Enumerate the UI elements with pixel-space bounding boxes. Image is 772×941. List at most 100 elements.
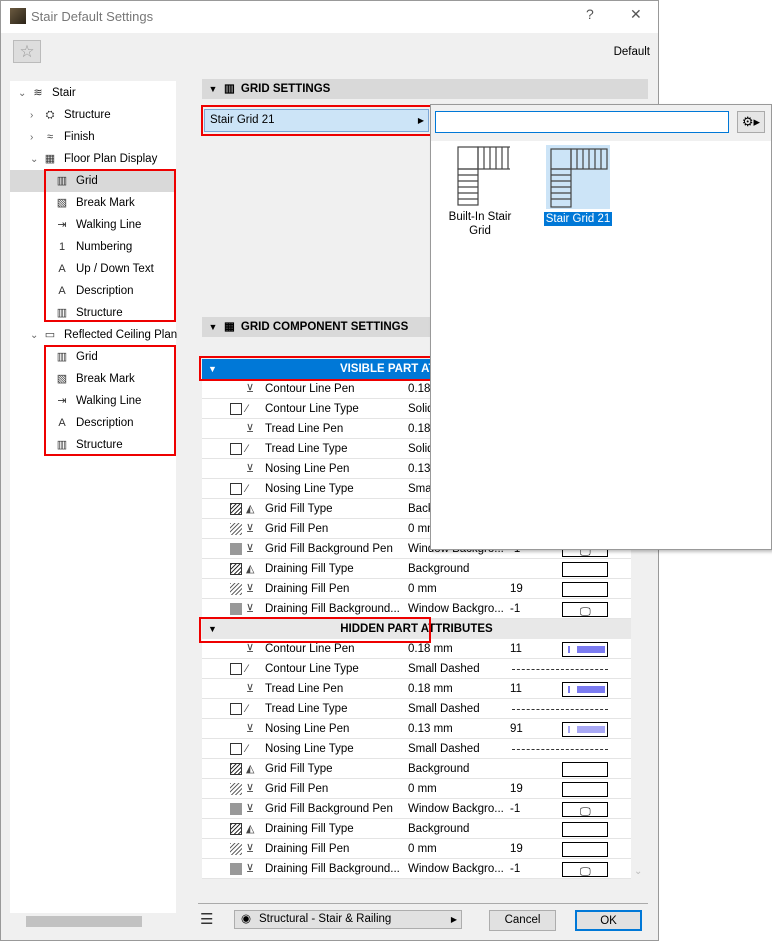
attribute-value[interactable]: Background (408, 559, 508, 579)
pen-color-preview[interactable] (562, 842, 608, 857)
pen-icon: ⊻ (246, 383, 255, 395)
checkbox[interactable] (230, 443, 242, 455)
attribute-value[interactable]: 0 mm (408, 839, 508, 859)
pen-color-preview[interactable]: 🖵 (562, 802, 608, 818)
pen-color-preview[interactable] (562, 582, 608, 597)
line-preview (512, 749, 608, 750)
checkbox[interactable] (230, 663, 242, 675)
attribute-name: Grid Fill Pen (265, 523, 329, 535)
pen-number[interactable]: 19 (510, 579, 523, 599)
pen-number[interactable]: -1 (510, 799, 520, 819)
grid-picker-popup: ⚙▸ Built-In Stair Grid Stair Grid 21 (430, 104, 772, 550)
pen-color-preview[interactable]: 🖵 (562, 862, 608, 878)
pen-icon: ⊻ (246, 423, 255, 435)
attribute-row[interactable]: ⁄ Contour Line Type Small Dashed (202, 659, 631, 679)
attribute-value[interactable]: Small Dashed (408, 739, 508, 759)
tree-item[interactable]: ⌄ ≋ Stair (10, 82, 176, 104)
annotation-box (199, 617, 431, 643)
attribute-value[interactable]: 0.18 mm (408, 679, 508, 699)
checkbox[interactable] (230, 703, 242, 715)
chevron-right-icon[interactable]: › (30, 127, 42, 149)
favorites-button[interactable]: ☆ (13, 40, 41, 63)
attribute-value[interactable]: Window Backgro... (408, 859, 508, 879)
pen-color-preview[interactable] (562, 822, 608, 837)
pen-color-preview[interactable] (562, 642, 608, 657)
attribute-name: Tread Line Pen (265, 423, 344, 435)
attribute-row[interactable]: ◭ Draining Fill Type Background (202, 559, 631, 579)
attribute-row[interactable]: ⊻ Draining Fill Background... Window Backg… (202, 859, 631, 879)
help-button[interactable]: ? (586, 6, 594, 22)
chevron-down-icon[interactable]: ⌄ (30, 149, 42, 171)
attribute-value[interactable]: Window Backgro... (408, 599, 508, 619)
pen-color-preview[interactable]: 🖵 (562, 602, 608, 618)
background-swatch-icon (230, 803, 242, 815)
grid-item-builtin[interactable]: Built-In Stair Grid (443, 145, 517, 238)
pen-number[interactable]: 11 (510, 639, 522, 659)
attribute-name: Tread Line Type (265, 703, 348, 715)
attribute-value[interactable]: 0 mm (408, 779, 508, 799)
fill-type-icon: ◭ (246, 563, 255, 575)
pen-icon: ⊻ (246, 583, 255, 595)
pen-number[interactable]: 19 (510, 839, 523, 859)
pen-color-preview[interactable] (562, 782, 608, 797)
ok-button[interactable]: OK (575, 910, 642, 931)
fill-type-icon: ◭ (246, 503, 255, 515)
star-icon: ☆ (19, 42, 35, 61)
chevron-down-icon[interactable]: ⌄ (18, 83, 30, 105)
attribute-value[interactable]: Small Dashed (408, 659, 508, 679)
pen-color-preview[interactable] (562, 682, 608, 697)
pen-color-preview[interactable] (562, 722, 608, 737)
pen-number[interactable]: 91 (510, 719, 523, 739)
attribute-value[interactable]: Background (408, 819, 508, 839)
attribute-row[interactable]: ⁄ Nosing Line Type Small Dashed (202, 739, 631, 759)
pen-number[interactable]: 19 (510, 779, 523, 799)
tree-item[interactable]: › ⛭ Structure (10, 104, 176, 126)
attribute-row[interactable]: ⊻ Grid Fill Pen 0 mm19 (202, 779, 631, 799)
pen-number[interactable]: 11 (510, 679, 522, 699)
attribute-value[interactable]: Background (408, 759, 508, 779)
attribute-value[interactable]: Small Dashed (408, 699, 508, 719)
attribute-row[interactable]: ⁄ Tread Line Type Small Dashed (202, 699, 631, 719)
scrollbar-thumb[interactable] (26, 916, 142, 927)
tree-item-label: Reflected Ceiling Plan (64, 329, 178, 341)
chevron-down-icon[interactable]: ⌄ (30, 325, 42, 347)
attribute-value[interactable]: 0 mm (408, 579, 508, 599)
tree-horizontal-scrollbar[interactable] (10, 914, 176, 929)
annotation-box (44, 345, 176, 456)
attribute-row[interactable]: ⊻ Nosing Line Pen 0.13 mm 91 (202, 719, 631, 739)
checkbox[interactable] (230, 743, 242, 755)
attribute-value[interactable]: Window Backgro... (408, 799, 508, 819)
attribute-row[interactable]: ⊻ Draining Fill Pen 0 mm 19 (202, 839, 631, 859)
tree-item[interactable]: › ≈ Finish (10, 126, 176, 148)
tree-item[interactable]: ⌄ ▭ Reflected Ceiling Plan (10, 324, 178, 347)
attribute-value[interactable]: 0.13 mm (408, 719, 508, 739)
attribute-row[interactable]: ⊻ Tread Line Pen 0.18 mm 11 (202, 679, 631, 699)
attribute-row[interactable]: ⊻ Draining Fill Pen 0 mm 19 (202, 579, 631, 599)
background-swatch-icon (230, 603, 242, 615)
attribute-row[interactable]: ⊻ Grid Fill Background Pen Window Backgro.… (202, 799, 631, 819)
pen-icon: ⊻ (246, 803, 255, 815)
tree-item[interactable]: ⌄ ▦ Floor Plan Display (10, 148, 176, 170)
pen-color-preview[interactable] (562, 762, 608, 777)
pen-number[interactable]: -1 (510, 599, 520, 619)
options-button[interactable]: ⚙▸ (737, 111, 765, 133)
pen-number[interactable]: -1 (510, 859, 520, 879)
grid-item-stair-grid-21[interactable]: Stair Grid 21 (541, 145, 615, 226)
pen-color-preview[interactable] (562, 562, 608, 577)
grid-search-input[interactable] (435, 111, 729, 133)
hatch-pen-icon (230, 583, 242, 595)
model-view-selector[interactable]: ◉ Structural - Stair & Railing ▶ (234, 910, 462, 929)
tree-item-label: Finish (64, 131, 95, 143)
close-button[interactable]: ✕ (630, 6, 642, 23)
hatch-fill-icon (230, 503, 242, 515)
cancel-button[interactable]: Cancel (489, 910, 556, 931)
scroll-down-icon[interactable]: ⌄ (634, 866, 642, 877)
attribute-row[interactable]: ◭ Draining Fill Type Background (202, 819, 631, 839)
chevron-right-icon[interactable]: › (30, 105, 42, 127)
attribute-name: Nosing Line Pen (265, 463, 350, 475)
grid-settings-header[interactable]: ▼ ▥ GRID SETTINGS (202, 79, 648, 99)
attribute-row[interactable]: ◭ Grid Fill Type Background (202, 759, 631, 779)
attribute-row[interactable]: ⊻ Draining Fill Background... Window Backg… (202, 599, 631, 619)
checkbox[interactable] (230, 483, 242, 495)
checkbox[interactable] (230, 403, 242, 415)
